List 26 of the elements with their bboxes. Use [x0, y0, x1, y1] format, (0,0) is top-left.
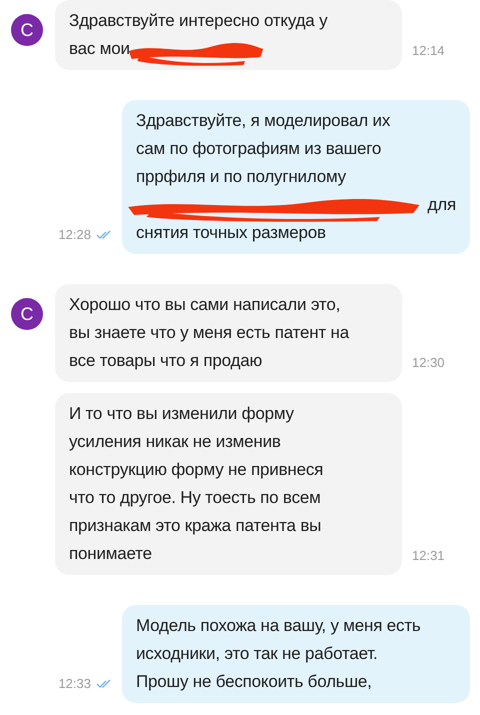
message-text: признакам это кража патента вы	[69, 515, 322, 537]
message-text: понимаете	[69, 543, 152, 565]
message-text: вас мои	[69, 38, 130, 60]
message-text: И то что вы изменили форму	[69, 403, 294, 425]
message-time: 12:30	[412, 355, 445, 370]
message-text: Здравствуйте интересно откуда у	[69, 10, 328, 32]
avatar[interactable]: С	[11, 298, 43, 330]
message-text: что то другое. Ну тоесть по всем	[69, 487, 321, 509]
avatar[interactable]: С	[11, 14, 43, 46]
message-text: вы знаете что у меня есть патент на	[69, 322, 349, 344]
message-time: 12:28	[58, 227, 91, 242]
message-text: Модель похожа на вашу, у меня есть	[136, 615, 421, 637]
message-text: усиления никак не изменив	[69, 431, 281, 453]
message-time: 12:14	[412, 43, 445, 58]
message-text: Хорошо что вы сами написали это,	[69, 294, 340, 316]
message-text: Прошу не беспокоить больше,	[136, 671, 372, 693]
message-text: сам по фотографиям из вашего	[136, 138, 382, 160]
message-text: снятия точных размеров	[136, 222, 326, 244]
message-text: Здравствуйте, я моделировал их	[136, 110, 390, 132]
message-text: исходники, это так не работает.	[136, 643, 378, 665]
message-text: для	[428, 194, 456, 216]
message-time: 12:31	[412, 548, 445, 563]
message-text: пррфиля и по полугнилому	[136, 166, 346, 188]
message-text: конструкцию форму не привнеся	[69, 459, 324, 481]
message-text: все товары что я продаю	[69, 350, 262, 372]
message-time: 12:33	[58, 676, 91, 691]
